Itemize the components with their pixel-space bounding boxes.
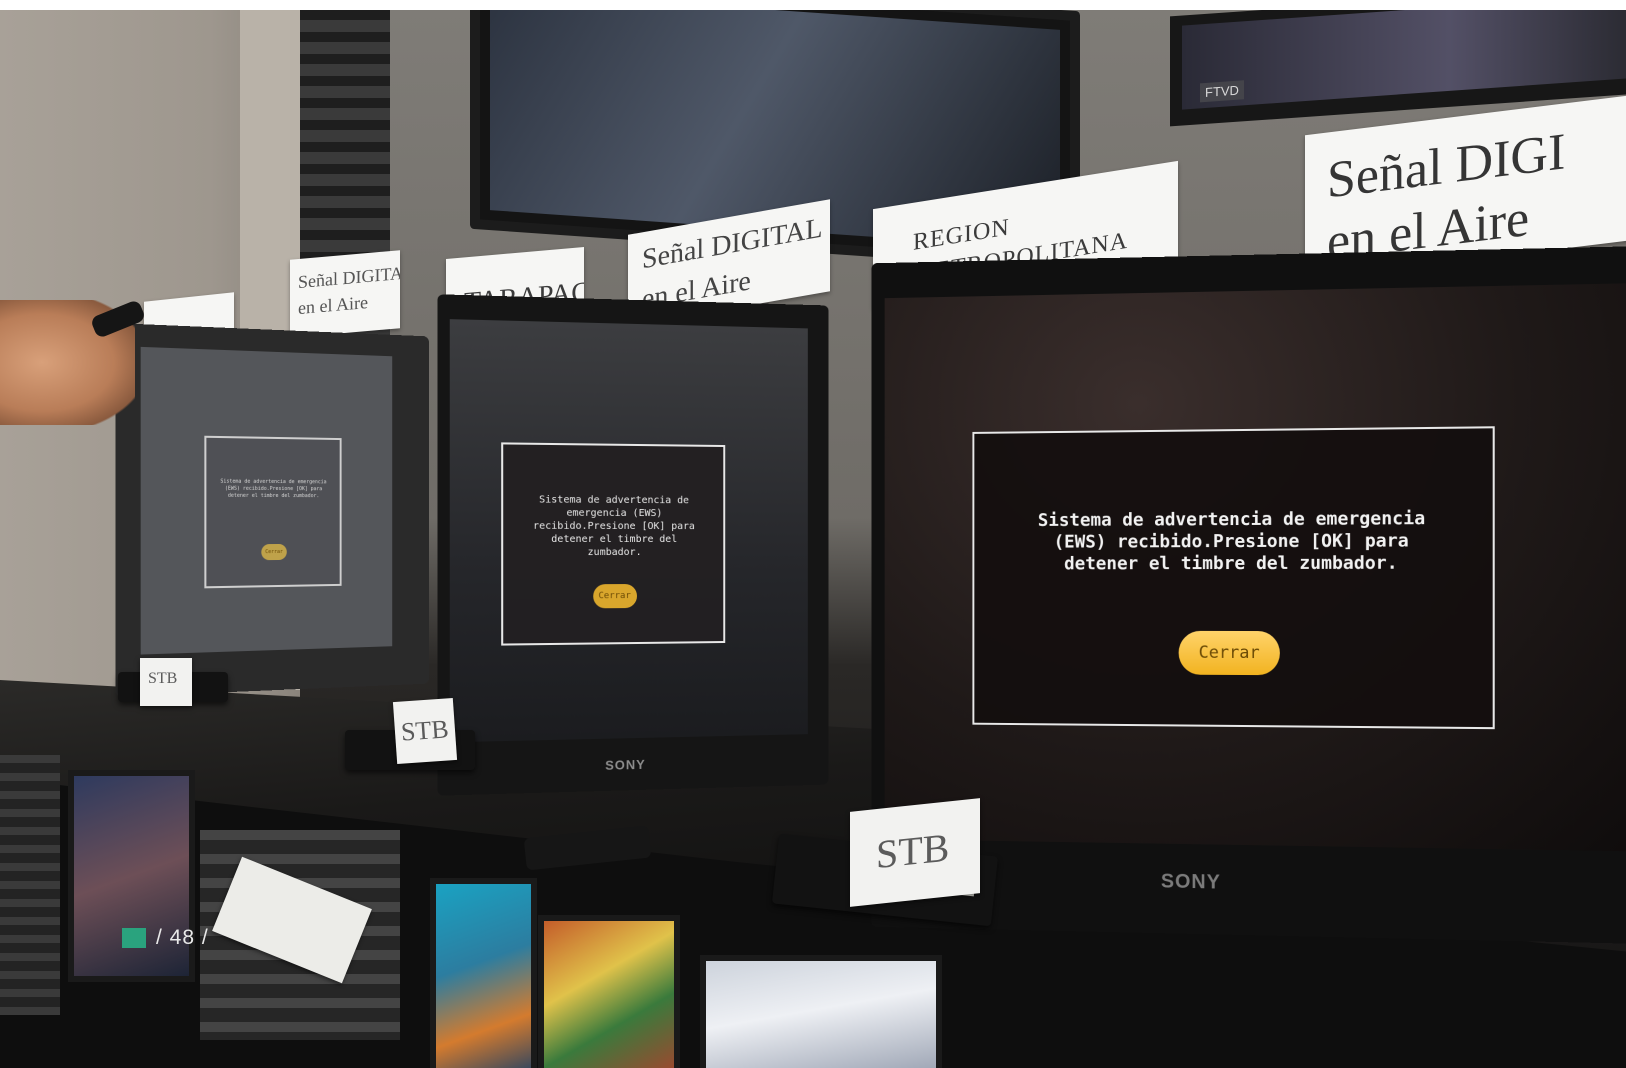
stb-label-card: STB — [392, 697, 458, 765]
close-button: Cerrar — [1178, 630, 1280, 676]
preview-monitor — [538, 915, 680, 1068]
ews-dialog-left: Sistema de advertencia de emergencia (EW… — [204, 435, 342, 589]
brand-logo: SONY — [605, 756, 646, 773]
page-footer: / 48 / — [122, 925, 209, 951]
brand-logo: SONY — [1160, 870, 1221, 894]
monitor-left-screen: Sistema de advertencia de emergencia (EW… — [140, 346, 393, 655]
preview-monitor — [430, 878, 537, 1068]
page-number: / 48 / — [156, 926, 209, 949]
monitor-right-screen: Sistema de advertencia de emergencia (EW… — [884, 283, 1626, 852]
stb-label-card: STB — [850, 798, 980, 907]
ews-message: Sistema de advertencia de emergencia (EW… — [1037, 507, 1426, 575]
close-button: Cerrar — [261, 543, 287, 561]
monitor-center-screen: Sistema de advertencia de emergencia (EW… — [449, 319, 808, 743]
monitor-center: Sistema de advertencia de emergencia (EW… — [437, 294, 829, 796]
top-right-monitor-logo: FTVD — [1200, 80, 1244, 103]
ews-dialog-right: Sistema de advertencia de emergencia (EW… — [972, 426, 1495, 730]
top-right-monitor-screen — [1182, 10, 1626, 110]
sign-card-senal-digital-1: Señal DIGITAL en el Aire — [290, 250, 400, 338]
monitor-right: Sistema de advertencia de emergencia (EW… — [871, 246, 1626, 944]
ews-dialog-center: Sistema de advertencia de emergencia (EW… — [501, 442, 726, 646]
ews-message: Sistema de advertencia de emergencia (EW… — [532, 494, 695, 559]
control-room-photo: FTVD Señal DIGITAL en el Aire TARAPACA S… — [0, 10, 1626, 1068]
accent-square-icon — [122, 928, 146, 948]
page: FTVD Señal DIGITAL en el Aire TARAPACA S… — [0, 0, 1626, 1068]
close-button: Cerrar — [592, 584, 637, 609]
ews-message: Sistema de advertencia de emergencia (EW… — [220, 478, 327, 500]
monitor-left: Sistema de advertencia de emergencia (EW… — [115, 323, 429, 697]
stb-label-card: STB — [140, 658, 192, 706]
preview-monitor — [700, 955, 942, 1068]
rack-unit — [0, 755, 60, 1015]
